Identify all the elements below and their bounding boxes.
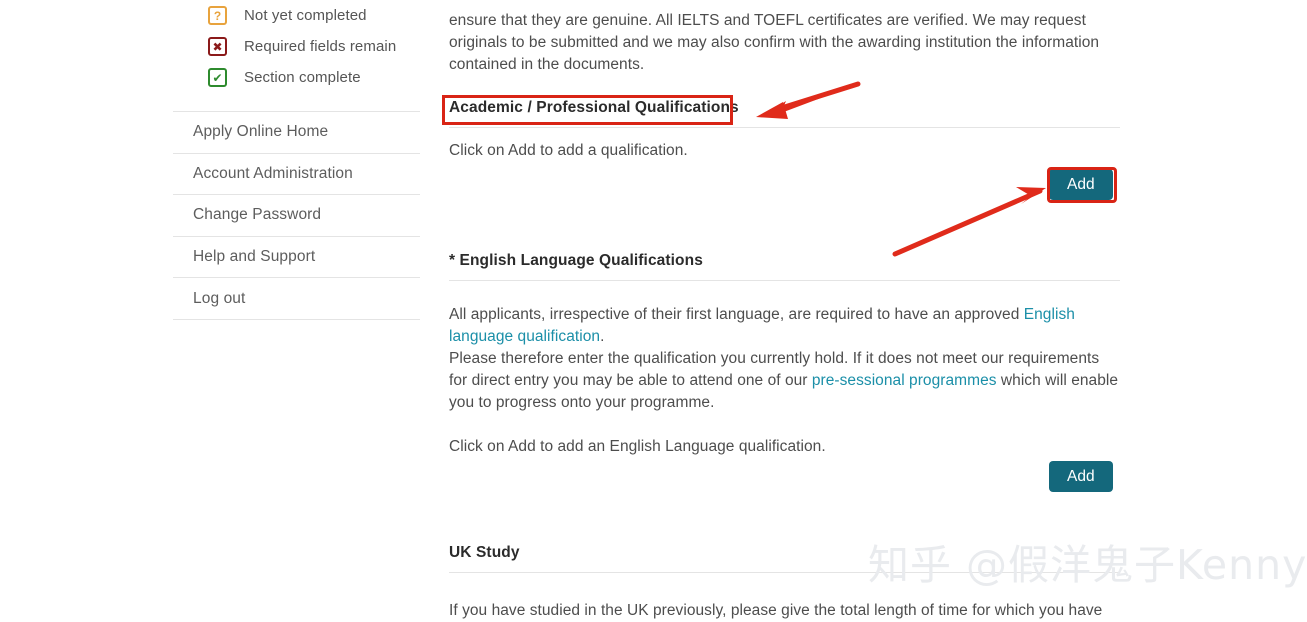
section-divider — [449, 572, 1120, 573]
sidebar-nav: Apply Online Home Account Administration… — [173, 111, 420, 320]
check-mark-icon: ✔ — [208, 68, 227, 87]
uk-study-section: UK Study If you have studied in the UK p… — [449, 544, 1120, 622]
academic-section-heading: Academic / Professional Qualifications — [449, 99, 739, 116]
sidebar-item-help-and-support[interactable]: Help and Support — [173, 237, 420, 279]
english-instruction-text: Click on Add to add an English Language … — [449, 438, 826, 455]
english-paragraph-2: Please therefore enter the qualification… — [449, 348, 1120, 414]
sidebar-item-account-administration[interactable]: Account Administration — [173, 154, 420, 196]
add-english-qualification-button[interactable]: Add — [1049, 461, 1113, 492]
english-paragraph-1-text-before: All applicants, irrespective of their fi… — [449, 306, 1024, 323]
legend-item-not-yet-completed: ? Not yet completed — [173, 0, 420, 31]
legend-label: Required fields remain — [244, 38, 397, 55]
english-paragraph-1: All applicants, irrespective of their fi… — [449, 304, 1120, 348]
intro-paragraph: ensure that they are genuine. All IELTS … — [449, 11, 1100, 73]
status-legend: ? Not yet completed ✖ Required fields re… — [173, 0, 420, 93]
pre-sessional-programmes-link[interactable]: pre-sessional programmes — [812, 372, 997, 389]
english-paragraph-1-text-after: . — [600, 328, 605, 345]
add-academic-qualification-button[interactable]: Add — [1049, 169, 1113, 200]
legend-item-required-fields-remain: ✖ Required fields remain — [173, 31, 420, 62]
sidebar-item-change-password[interactable]: Change Password — [173, 195, 420, 237]
english-language-qualifications-section: * English Language Qualifications All ap… — [449, 252, 1120, 492]
sidebar: ? Not yet completed ✖ Required fields re… — [173, 0, 420, 320]
sidebar-item-log-out[interactable]: Log out — [173, 278, 420, 320]
legend-label: Section complete — [244, 69, 361, 86]
section-divider — [449, 280, 1120, 281]
section-divider — [449, 127, 1120, 128]
question-mark-icon: ? — [208, 6, 227, 25]
academic-instruction-text: Click on Add to add a qualification. — [449, 142, 688, 159]
arrow-to-add-button — [892, 187, 1046, 257]
sidebar-item-apply-online-home[interactable]: Apply Online Home — [173, 112, 420, 154]
legend-item-section-complete: ✔ Section complete — [173, 62, 420, 93]
academic-qualifications-section: Academic / Professional Qualifications C… — [449, 99, 1120, 200]
english-section-heading: * English Language Qualifications — [449, 252, 703, 269]
legend-label: Not yet completed — [244, 7, 367, 24]
cross-mark-icon: ✖ — [208, 37, 227, 56]
uk-study-heading: UK Study — [449, 544, 520, 561]
